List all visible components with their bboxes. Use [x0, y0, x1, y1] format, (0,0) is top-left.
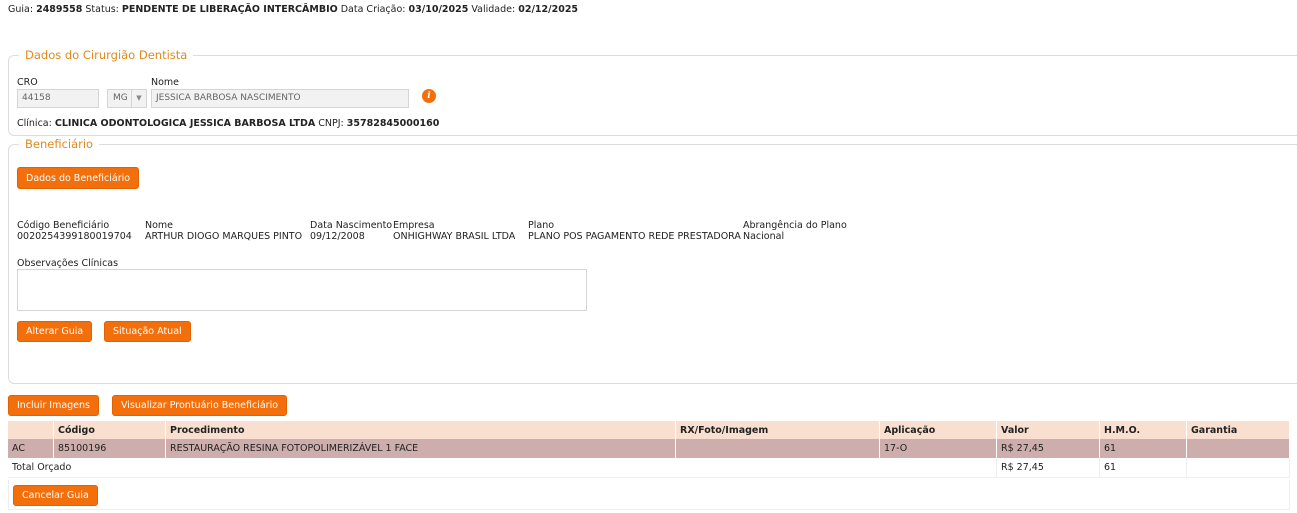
column-header: Garantia	[1186, 421, 1290, 439]
column-header	[8, 421, 54, 439]
creation-date-label: Data Criação:	[340, 4, 406, 15]
beneficiary-name-value: ARTHUR DIOGO MARQUES PINTO	[145, 231, 303, 242]
total-value: R$ 27,45	[996, 458, 1100, 478]
info-icon[interactable]: i	[422, 89, 436, 103]
status-label: Status:	[85, 4, 119, 15]
alter-guide-button[interactable]: Alterar Guia	[17, 321, 93, 342]
cnpj-label: CNPJ:	[318, 118, 344, 129]
chevron-down-icon[interactable]: ▼	[131, 90, 146, 107]
dentist-name-label: Nome	[151, 77, 180, 88]
dentist-name-field[interactable]: JESSICA BARBOSA NASCIMENTO	[151, 89, 409, 108]
status-value: PENDENTE DE LIBERAÇÃO INTERCÂMBIO	[121, 4, 338, 15]
guia-label: Guia:	[8, 4, 34, 15]
guide-summary: Guia: 2489558 Status: PENDENTE DE LIBERA…	[8, 4, 578, 15]
total-row: Total Orçado R$ 27,45 61	[8, 458, 1290, 478]
uf-select[interactable]: MG ▼	[107, 89, 147, 108]
table-header-row: Código Procedimento RX/Foto/Imagem Aplic…	[8, 421, 1290, 439]
beneficiary-data-button[interactable]: Dados do Beneficiário	[17, 167, 140, 189]
beneficiary-name-label: Nome	[145, 220, 174, 231]
beneficiary-code-label: Código Beneficiário	[17, 220, 110, 231]
clinic-label: Clínica:	[17, 118, 52, 129]
total-hmo: 61	[1099, 458, 1187, 478]
view-record-button[interactable]: Visualizar Prontuário Beneficiário	[112, 395, 288, 416]
cnpj-value: 35782845000160	[346, 118, 440, 129]
table-cell: 17-O	[879, 439, 997, 458]
company-value: ONHIGHWAY BRASIL LTDA	[393, 231, 516, 242]
clinic-name: CLINICA ODONTOLOGICA JESSICA BARBOSA LTD…	[54, 118, 316, 129]
table-cell	[1186, 439, 1290, 458]
table-cell	[1186, 458, 1290, 478]
table-cell: AC	[8, 439, 54, 458]
beneficiary-section-title: Beneficiário	[25, 137, 94, 151]
plan-label: Plano	[528, 220, 555, 231]
birth-date-label: Data Nascimento	[310, 220, 393, 231]
column-header: Valor	[996, 421, 1100, 439]
table-cell: R$ 27,45	[996, 439, 1100, 458]
uf-select-value: MG	[113, 93, 128, 103]
column-header: RX/Foto/Imagem	[675, 421, 880, 439]
cro-label: CRO	[17, 77, 38, 88]
cro-field[interactable]: 44158	[17, 89, 99, 108]
beneficiary-code-value: 0020254399180019704	[17, 231, 132, 242]
column-header: H.M.O.	[1099, 421, 1187, 439]
table-cell	[675, 439, 880, 458]
dentist-section-title: Dados do Cirurgião Dentista	[25, 48, 188, 62]
table-footer	[8, 480, 1290, 510]
include-images-button[interactable]: Incluir Imagens	[8, 395, 99, 416]
validity-value: 02/12/2025	[518, 4, 579, 15]
plan-coverage-value: Nacional	[743, 231, 785, 242]
clinical-notes-field[interactable]	[17, 269, 587, 311]
table-row[interactable]: AC 85100196 RESTAURAÇÃO RESINA FOTOPOLIM…	[8, 439, 1290, 458]
table-cell: RESTAURAÇÃO RESINA FOTOPOLIMERIZÁVEL 1 F…	[165, 439, 676, 458]
validity-label: Validade:	[471, 4, 516, 15]
current-status-button[interactable]: Situação Atual	[104, 321, 191, 342]
guia-number: 2489558	[36, 4, 83, 15]
column-header: Procedimento	[165, 421, 676, 439]
plan-value: PLANO POS PAGAMENTO REDE PRESTADORA	[528, 231, 741, 242]
table-cell: 61	[1099, 439, 1187, 458]
creation-date-value: 03/10/2025	[408, 4, 469, 15]
birth-date-value: 09/12/2008	[310, 231, 365, 242]
column-header: Aplicação	[879, 421, 997, 439]
procedures-table: Código Procedimento RX/Foto/Imagem Aplic…	[8, 421, 1290, 478]
column-header: Código	[53, 421, 166, 439]
cancel-guide-button[interactable]: Cancelar Guia	[13, 485, 98, 506]
table-cell: 85100196	[53, 439, 166, 458]
company-label: Empresa	[393, 220, 435, 231]
beneficiary-section: Beneficiário	[8, 137, 1297, 384]
plan-coverage-label: Abrangência do Plano	[743, 220, 847, 231]
clinical-notes-label: Observações Clínicas	[17, 258, 119, 269]
clinic-line: Clínica: CLINICA ODONTOLOGICA JESSICA BA…	[17, 118, 439, 129]
total-label: Total Orçado	[8, 458, 997, 478]
